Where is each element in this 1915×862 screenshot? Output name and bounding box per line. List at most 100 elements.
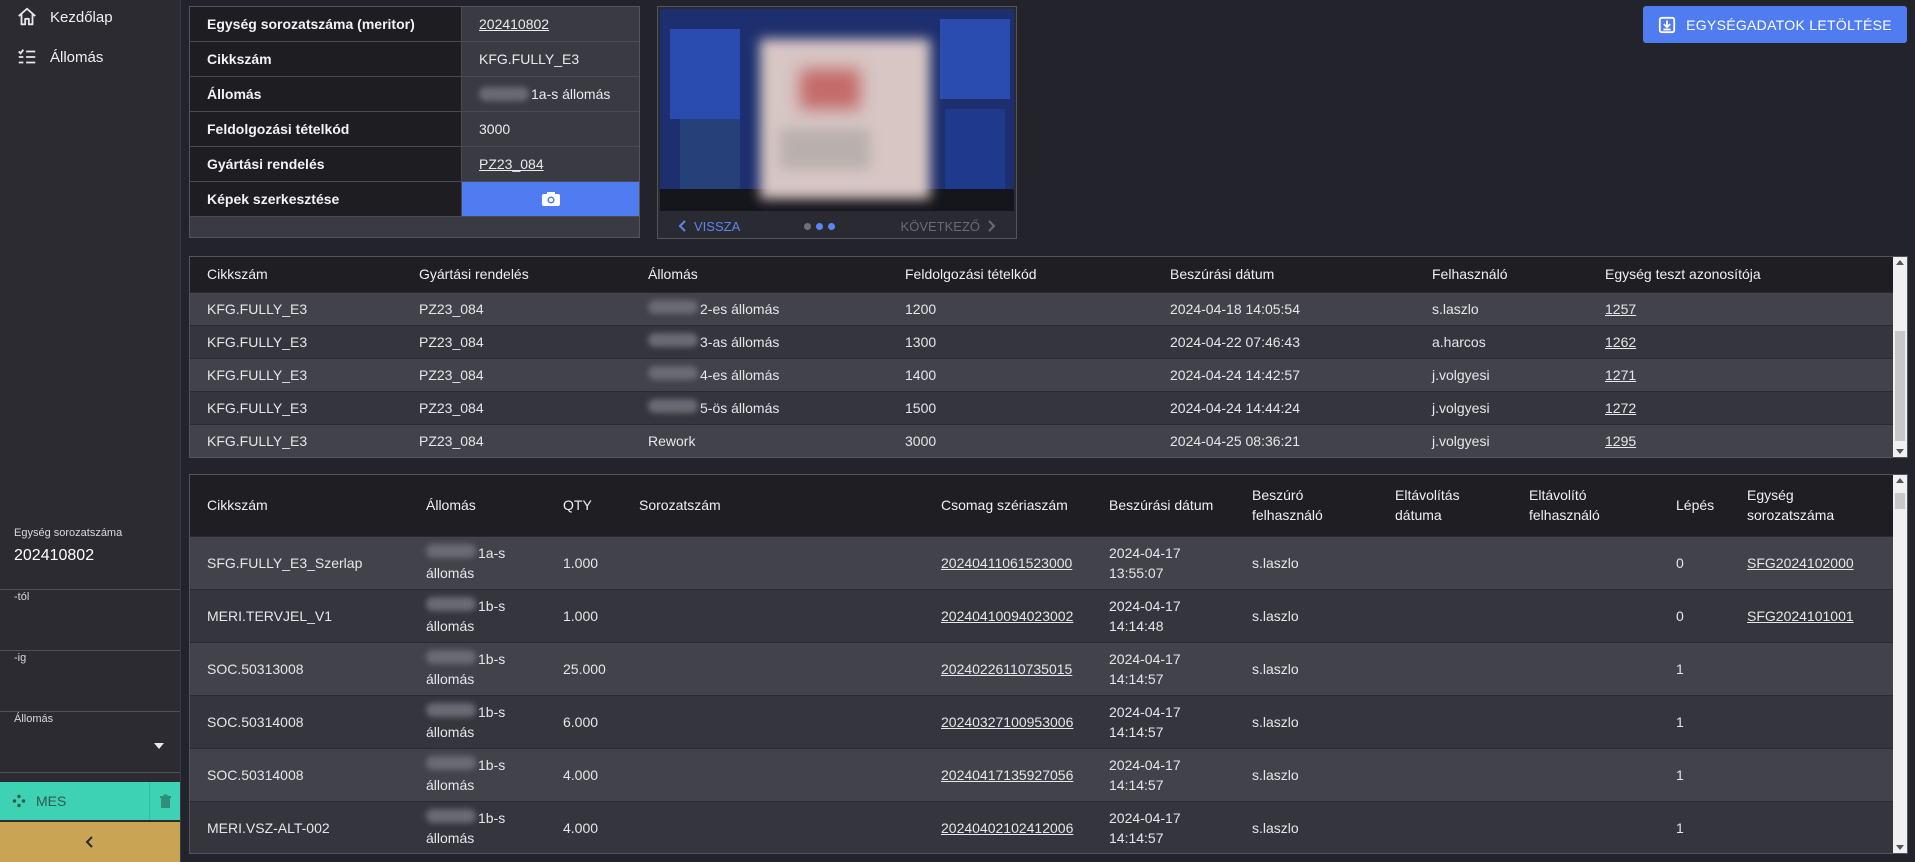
unit-serial-link[interactable]	[1730, 641, 1895, 695]
collapse-sidebar-button[interactable]	[0, 822, 180, 862]
trash-icon	[159, 794, 171, 808]
carousel-next-button[interactable]: KÖVETKEZŐ	[901, 219, 996, 234]
unit-serial-link[interactable]	[1730, 747, 1895, 801]
column-header[interactable]: Cikkszám	[190, 475, 409, 536]
nav-item-station[interactable]: Állomás	[0, 40, 180, 74]
scroll-down-icon[interactable]	[1896, 449, 1904, 454]
cell-serial	[622, 747, 924, 801]
table-row[interactable]: KFG.FULLY_E3 PZ23_084 3-as állomás 1300 …	[190, 324, 1895, 358]
test-id-link[interactable]: 1262	[1588, 324, 1895, 358]
to-filter-label: -ig	[14, 652, 27, 664]
cell-qty: 4.000	[546, 800, 622, 853]
trash-button[interactable]	[149, 782, 180, 820]
test-id-link[interactable]: 1257	[1588, 291, 1895, 325]
table-row[interactable]: KFG.FULLY_E3 PZ23_084 2-es állomás 1200 …	[190, 291, 1895, 325]
carousel-dot[interactable]	[816, 222, 823, 230]
header-line: Egység	[1747, 487, 1794, 504]
date-text: 2024-04-17	[1109, 650, 1181, 667]
cell-station: 3-as állomás	[631, 324, 888, 358]
info-row-serial: Egység sorozatszáma (meritor) 202410802	[190, 7, 639, 42]
header-line: felhasználó	[1252, 507, 1323, 524]
column-header[interactable]: Feldolgozási tételkód	[888, 257, 1153, 292]
cell-order: PZ23_084	[402, 324, 631, 358]
order-link[interactable]: PZ23_084	[462, 147, 639, 181]
column-header[interactable]: Beszúrási dátum	[1092, 475, 1235, 536]
redacted-blur	[648, 300, 698, 314]
carousel-next-label: KÖVETKEZŐ	[900, 218, 980, 234]
from-filter[interactable]: -tól	[0, 591, 180, 651]
scroll-up-icon[interactable]	[1896, 260, 1904, 265]
column-header[interactable]: Csomag szériaszám	[924, 475, 1092, 536]
nav-item-home[interactable]: Kezdőlap	[0, 0, 180, 34]
test-id-link[interactable]: 1272	[1588, 390, 1895, 424]
table-header-row: Cikkszám Gyártási rendelés Állomás Feldo…	[190, 257, 1895, 292]
unit-serial-link[interactable]: SFG2024102000	[1730, 535, 1895, 589]
download-unit-data-button[interactable]: EGYSÉGADATOK LETÖLTÉSE	[1643, 6, 1907, 43]
cell-station: Rework	[631, 423, 888, 457]
column-header[interactable]: Eltávolítás dátuma	[1378, 475, 1512, 536]
table-row[interactable]: SOC.50314008 1b-s állomás 4.000 202404171…	[190, 747, 1895, 801]
scroll-down-icon[interactable]	[1896, 845, 1904, 850]
column-header[interactable]: QTY	[546, 475, 622, 536]
serial-link[interactable]: 202410802	[462, 7, 639, 41]
components-scrollbar[interactable]	[1893, 475, 1907, 853]
column-header[interactable]: Beszúrási dátum	[1153, 257, 1415, 292]
scroll-thumb[interactable]	[1895, 493, 1905, 509]
history-scrollbar[interactable]	[1893, 257, 1907, 457]
table-row[interactable]: KFG.FULLY_E3 PZ23_084 4-es állomás 1400 …	[190, 357, 1895, 391]
chevron-right-icon	[988, 220, 996, 232]
cell-qty: 1.000	[546, 588, 622, 642]
package-serial-link[interactable]: 20240327100953006	[924, 694, 1092, 748]
column-header[interactable]: Állomás	[631, 257, 888, 292]
station-text: állomás	[426, 723, 475, 740]
test-id-link[interactable]: 1271	[1588, 357, 1895, 391]
serial-filter[interactable]: Egység sorozatszáma 202410802	[0, 527, 180, 590]
unit-serial-link[interactable]	[1730, 694, 1895, 748]
column-header[interactable]: Egység sorozatszáma	[1730, 475, 1895, 536]
column-header[interactable]: Egység teszt azonosítója	[1588, 257, 1895, 292]
cell-date: 2024-04-24 14:42:57	[1153, 357, 1415, 391]
carousel-dot[interactable]	[828, 222, 835, 230]
station-text: 1b-s	[478, 809, 506, 826]
edit-images-button[interactable]	[462, 182, 639, 216]
column-header[interactable]: Felhasználó	[1415, 257, 1588, 292]
table-row[interactable]: MERI.TERVJEL_V1 1b-s állomás 1.000 202404…	[190, 588, 1895, 642]
column-header[interactable]: Gyártási rendelés	[402, 257, 631, 292]
cell-part: MERI.VSZ-ALT-002	[190, 800, 409, 853]
test-id-link[interactable]: 1295	[1588, 423, 1895, 457]
table-row[interactable]: MERI.VSZ-ALT-002 1b-s állomás 4.000 20240…	[190, 800, 1895, 853]
info-key: Egység sorozatszáma (meritor)	[190, 7, 462, 41]
unit-serial-link[interactable]: SFG2024101001	[1730, 588, 1895, 642]
to-filter[interactable]: -ig	[0, 652, 180, 712]
download-icon	[1659, 16, 1676, 33]
package-serial-link[interactable]: 20240226110735015	[924, 641, 1092, 695]
column-header[interactable]: Sorozatszám	[622, 475, 924, 536]
table-row[interactable]: KFG.FULLY_E3 PZ23_084 5-ös állomás 1500 …	[190, 390, 1895, 424]
unit-serial-link[interactable]	[1730, 800, 1895, 853]
package-serial-link[interactable]: 20240417135927056	[924, 747, 1092, 801]
cell-user: j.volgyesi	[1415, 390, 1588, 424]
table-row[interactable]: SOC.50314008 1b-s állomás 6.000 202403271…	[190, 694, 1895, 748]
scroll-up-icon[interactable]	[1896, 478, 1904, 483]
column-header[interactable]: Eltávolító felhasználó	[1512, 475, 1659, 536]
column-header[interactable]: Beszúró felhasználó	[1235, 475, 1378, 536]
carousel-prev-button[interactable]: VISSZA	[678, 219, 740, 234]
info-value: 1a-s állomás	[531, 86, 611, 102]
package-serial-link[interactable]: 20240410094023002	[924, 588, 1092, 642]
table-row[interactable]: KFG.FULLY_E3 PZ23_084 Rework 3000 2024-0…	[190, 423, 1895, 457]
cell-date: 2024-04-17 14:14:57	[1092, 800, 1235, 853]
column-header[interactable]: Állomás	[409, 475, 546, 536]
table-row[interactable]: SFG.FULLY_E3_Szerlap 1a-s állomás 1.000 2…	[190, 535, 1895, 589]
station-text: 1b-s	[478, 650, 506, 667]
table-row[interactable]: SOC.50313008 1b-s állomás 25.000 20240226…	[190, 641, 1895, 695]
carousel-dot[interactable]	[804, 222, 811, 230]
package-serial-link[interactable]: 20240411061523000	[924, 535, 1092, 589]
package-serial-link[interactable]: 20240402102412006	[924, 800, 1092, 853]
scroll-thumb[interactable]	[1895, 331, 1905, 441]
info-row-station: Állomás 1a-s állomás	[190, 77, 639, 112]
station-filter[interactable]: Állomás	[0, 713, 180, 773]
column-header[interactable]: Lépés	[1659, 475, 1730, 536]
column-header[interactable]: Cikkszám	[190, 257, 402, 292]
mes-button[interactable]: MES	[0, 782, 149, 820]
cell-serial	[622, 588, 924, 642]
